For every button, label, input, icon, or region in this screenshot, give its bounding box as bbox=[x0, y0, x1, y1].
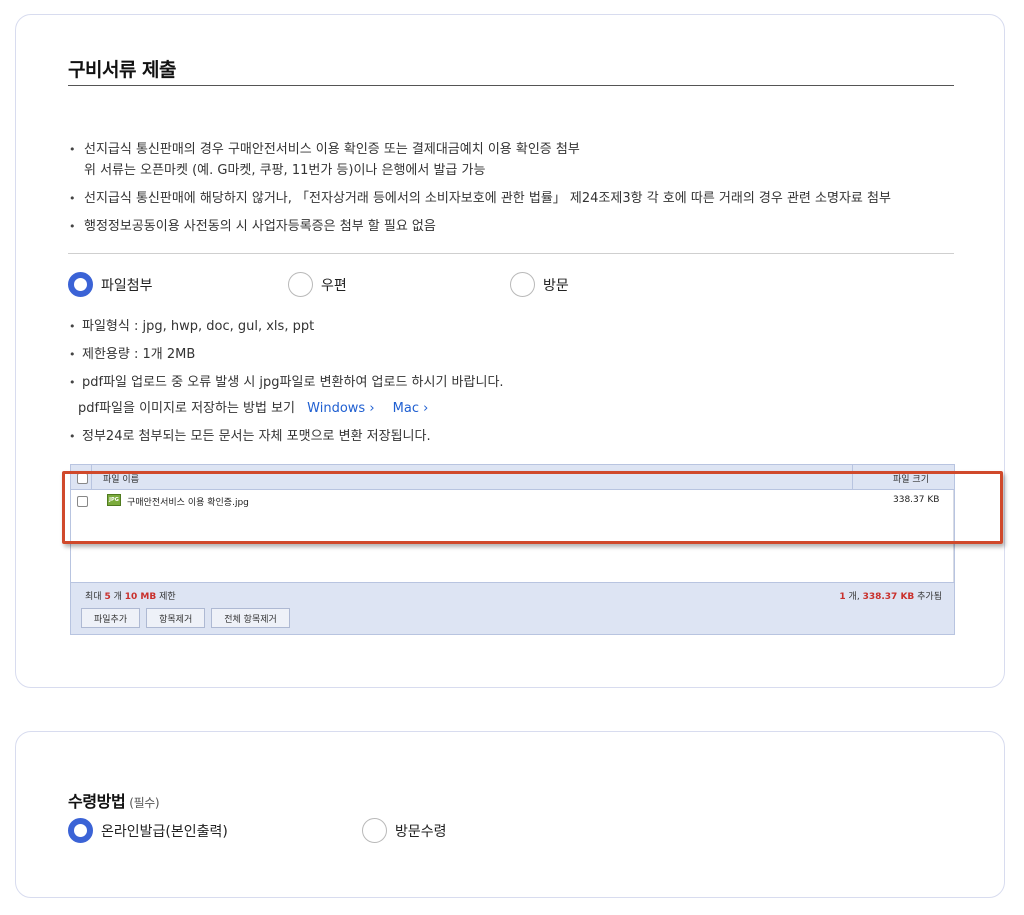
windows-link[interactable]: Windows › bbox=[307, 401, 374, 416]
notice-item: 행정정보공동이용 사전동의 시 사업자등록증은 첨부 할 필요 없음 bbox=[68, 216, 958, 237]
radio-label: 방문수령 bbox=[395, 823, 447, 840]
add-file-button[interactable]: 파일추가 bbox=[81, 608, 141, 628]
upload-summary: 1 개, 338.37 KB 추가됨 bbox=[839, 589, 942, 602]
radio-label: 우편 bbox=[321, 277, 347, 294]
radio-mail[interactable]: 우편 bbox=[288, 272, 347, 297]
notice-item: 선지급식 통신판매에 해당하지 않거나, 「전자상거래 등에서의 소비자보호에 … bbox=[68, 188, 958, 209]
notice-item: 선지급식 통신판매의 경우 구매안전서비스 이용 확인증 또는 결제대금예치 이… bbox=[68, 139, 958, 181]
limit-prefix: 최대 bbox=[85, 592, 102, 602]
format-notice: 정부24로 첨부되는 모든 문서는 자체 포맷으로 변환 저장됩니다. bbox=[68, 428, 958, 446]
receipt-title: 수령방법 (필수) bbox=[68, 788, 160, 812]
mac-link[interactable]: Mac › bbox=[393, 401, 429, 416]
size-limit: 제한용량 : 1개 2MB bbox=[68, 346, 958, 364]
documents-card: 구비서류 제출 선지급식 통신판매의 경우 구매안전서비스 이용 확인증 또는 … bbox=[15, 14, 1005, 688]
radio-label: 파일첨부 bbox=[101, 277, 153, 294]
added-mid: 개, bbox=[848, 592, 860, 602]
radio-label: 온라인발급(본인출력) bbox=[101, 823, 228, 840]
receipt-card: 수령방법 (필수) 온라인발급(본인출력) 방문수령 bbox=[15, 731, 1005, 898]
limit-mid: 개 bbox=[113, 592, 122, 602]
radio-visit[interactable]: 방문 bbox=[510, 272, 569, 297]
limit-suffix: 제한 bbox=[159, 592, 176, 602]
file-types: 파일형식 : jpg, hwp, doc, gul, xls, ppt bbox=[68, 318, 958, 336]
notice-list: 선지급식 통신판매의 경우 구매안전서비스 이용 확인증 또는 결제대금예치 이… bbox=[68, 139, 958, 244]
added-size: 338.37 KB bbox=[862, 592, 915, 602]
section-divider bbox=[68, 253, 954, 254]
radio-file-attach[interactable]: 파일첨부 bbox=[68, 272, 153, 297]
remove-all-button[interactable]: 전체 항목제거 bbox=[211, 608, 290, 628]
radio-selected-icon bbox=[68, 818, 93, 843]
radio-label: 방문 bbox=[543, 277, 569, 294]
notice-text: 위 서류는 오픈마켓 (예. G마켓, 쿠팡, 11번가 등)이나 은행에서 발… bbox=[84, 163, 486, 178]
notice-text: 선지급식 통신판매의 경우 구매안전서비스 이용 확인증 또는 결제대금예치 이… bbox=[84, 142, 580, 157]
remove-item-button[interactable]: 항목제거 bbox=[146, 608, 206, 628]
radio-unselected-icon bbox=[288, 272, 313, 297]
added-suffix: 추가됨 bbox=[917, 592, 942, 602]
file-info-list: 파일형식 : jpg, hwp, doc, gul, xls, ppt 제한용량… bbox=[68, 318, 958, 456]
limit-count: 5 bbox=[104, 592, 111, 602]
highlight-box bbox=[62, 471, 1003, 544]
radio-online-issue[interactable]: 온라인발급(본인출력) bbox=[68, 818, 228, 843]
radio-unselected-icon bbox=[362, 818, 387, 843]
uploader-buttons: 파일추가 항목제거 전체 항목제거 bbox=[81, 608, 290, 628]
radio-visit-pickup[interactable]: 방문수령 bbox=[362, 818, 447, 843]
pdf-howto-text: pdf파일을 이미지로 저장하는 방법 보기 bbox=[78, 401, 296, 416]
radio-selected-icon bbox=[68, 272, 93, 297]
pdf-howto: pdf파일을 이미지로 저장하는 방법 보기 Windows › Mac › bbox=[68, 400, 958, 418]
title-divider bbox=[68, 85, 954, 86]
added-count: 1 bbox=[839, 592, 846, 602]
radio-unselected-icon bbox=[510, 272, 535, 297]
pdf-notice: pdf파일 업로드 중 오류 발생 시 jpg파일로 변환하여 업로드 하시기 … bbox=[68, 374, 958, 392]
upload-limit: 최대 5 개 10 MB 제한 bbox=[85, 589, 176, 602]
section-title: 구비서류 제출 bbox=[68, 59, 177, 81]
required-label: (필수) bbox=[129, 796, 160, 810]
limit-size: 10 MB bbox=[124, 592, 157, 602]
uploader-footer: 최대 5 개 10 MB 제한 1 개, 338.37 KB 추가됨 파일추가 … bbox=[71, 582, 954, 634]
receipt-title-text: 수령방법 bbox=[68, 792, 126, 811]
